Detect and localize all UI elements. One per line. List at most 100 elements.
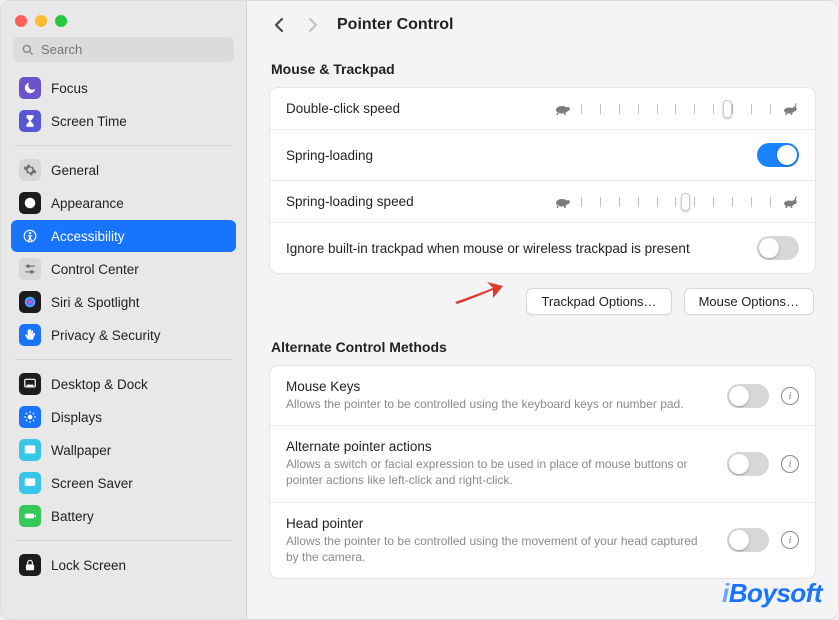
sidebar-item-appearance[interactable]: Appearance (11, 187, 236, 219)
page-title: Pointer Control (337, 16, 453, 34)
sidebar-item-desktop-dock[interactable]: Desktop & Dock (11, 368, 236, 400)
sidebar-item-label: Focus (51, 81, 88, 96)
gear-icon (19, 159, 41, 181)
sidebar-item-label: Privacy & Security (51, 328, 161, 343)
sidebar: Focus Screen Time General Appearance Accessi… (1, 1, 247, 619)
turtle-icon (553, 195, 571, 209)
battery-icon (19, 505, 41, 527)
sidebar-item-label: Siri & Spotlight (51, 295, 140, 310)
row-alternate-pointer-actions: Alternate pointer actions Allows a switc… (270, 426, 815, 502)
rabbit-icon (781, 102, 799, 116)
sidebar-item-label: Displays (51, 410, 102, 425)
label-spring-loading: Spring-loading (286, 148, 743, 163)
label-spring-loading-speed: Spring-loading speed (286, 194, 539, 209)
sidebar-item-accessibility[interactable]: Accessibility (11, 220, 236, 252)
chevron-right-icon (307, 17, 319, 33)
sidebar-item-focus[interactable]: Focus (11, 72, 236, 104)
fullscreen-button[interactable] (55, 15, 67, 27)
lock-icon (19, 554, 41, 576)
dock-icon (19, 373, 41, 395)
back-button[interactable] (269, 15, 289, 35)
mouse-trackpad-card: Double-click speed Spring-loading (269, 87, 816, 274)
search-input[interactable] (13, 37, 234, 62)
sidebar-item-control-center[interactable]: Control Center (11, 253, 236, 285)
label-ignore-trackpad: Ignore built-in trackpad when mouse or w… (286, 241, 706, 256)
head-pointer-toggle[interactable] (727, 528, 769, 552)
info-icon[interactable]: i (781, 455, 799, 473)
close-button[interactable] (15, 15, 27, 27)
hand-icon (19, 324, 41, 346)
desc-mouse-keys: Allows the pointer to be controlled usin… (286, 396, 713, 412)
trackpad-options-button[interactable]: Trackpad Options… (526, 288, 671, 315)
rabbit-icon (781, 195, 799, 209)
sidebar-item-privacy-security[interactable]: Privacy & Security (11, 319, 236, 351)
sidebar-item-label: Screen Time (51, 114, 127, 129)
sidebar-item-siri-spotlight[interactable]: Siri & Spotlight (11, 286, 236, 318)
forward-button[interactable] (303, 15, 323, 35)
label-alternate-pointer-actions: Alternate pointer actions (286, 439, 713, 454)
sidebar-item-screen-time[interactable]: Screen Time (11, 105, 236, 137)
slider-track[interactable] (581, 107, 771, 111)
row-head-pointer: Head pointer Allows the pointer to be co… (270, 503, 815, 578)
row-ignore-trackpad: Ignore built-in trackpad when mouse or w… (270, 223, 815, 273)
section-title-mouse-trackpad: Mouse & Trackpad (271, 61, 814, 77)
display-icon (19, 406, 41, 428)
row-spring-loading-speed: Spring-loading speed (270, 181, 815, 223)
sidebar-item-label: Battery (51, 509, 94, 524)
arrow-annotation (453, 272, 505, 308)
row-mouse-keys: Mouse Keys Allows the pointer to be cont… (270, 366, 815, 426)
label-mouse-keys: Mouse Keys (286, 379, 713, 394)
info-icon[interactable]: i (781, 531, 799, 549)
sidebar-item-lock-screen[interactable]: Lock Screen (11, 549, 236, 581)
row-spring-loading: Spring-loading (270, 130, 815, 181)
sidebar-item-label: Appearance (51, 196, 124, 211)
label-head-pointer: Head pointer (286, 516, 713, 531)
content: Mouse & Trackpad Double-click speed Spri… (247, 49, 838, 619)
turtle-icon (553, 102, 571, 116)
sidebar-item-label: Control Center (51, 262, 139, 277)
section-title-alternate-methods: Alternate Control Methods (271, 339, 814, 355)
slider-thumb[interactable] (681, 193, 690, 211)
row-double-click-speed: Double-click speed (270, 88, 815, 130)
sidebar-divider (15, 359, 232, 360)
sidebar-list: Focus Screen Time General Appearance Accessi… (1, 72, 246, 619)
mouse-keys-toggle[interactable] (727, 384, 769, 408)
alternate-pointer-toggle[interactable] (727, 452, 769, 476)
sliders-icon (19, 258, 41, 280)
sidebar-item-label: General (51, 163, 99, 178)
window-controls (1, 1, 246, 37)
label-double-click-speed: Double-click speed (286, 101, 539, 116)
accessibility-icon (19, 225, 41, 247)
sidebar-item-displays[interactable]: Displays (11, 401, 236, 433)
sidebar-divider (15, 540, 232, 541)
sidebar-divider (15, 145, 232, 146)
screensaver-icon (19, 472, 41, 494)
sidebar-item-wallpaper[interactable]: Wallpaper (11, 434, 236, 466)
slider-track[interactable] (581, 200, 771, 204)
sidebar-item-label: Lock Screen (51, 558, 126, 573)
search-icon (21, 43, 35, 57)
minimize-button[interactable] (35, 15, 47, 27)
moon-icon (19, 77, 41, 99)
spring-loading-toggle[interactable] (757, 143, 799, 167)
siri-icon (19, 291, 41, 313)
search-field[interactable] (41, 42, 226, 57)
desc-alternate-pointer-actions: Allows a switch or facial expression to … (286, 456, 713, 488)
header: Pointer Control (247, 1, 838, 49)
sidebar-item-general[interactable]: General (11, 154, 236, 186)
spring-loading-speed-slider[interactable] (553, 195, 799, 209)
sidebar-item-label: Wallpaper (51, 443, 111, 458)
ignore-trackpad-toggle[interactable] (757, 236, 799, 260)
desc-head-pointer: Allows the pointer to be controlled usin… (286, 533, 713, 565)
sidebar-item-screen-saver[interactable]: Screen Saver (11, 467, 236, 499)
slider-thumb[interactable] (723, 100, 732, 118)
sidebar-item-label: Accessibility (51, 229, 125, 244)
sidebar-item-battery[interactable]: Battery (11, 500, 236, 532)
options-button-row: Trackpad Options… Mouse Options… (269, 274, 816, 321)
double-click-speed-slider[interactable] (553, 102, 799, 116)
wallpaper-icon (19, 439, 41, 461)
sidebar-item-label: Screen Saver (51, 476, 133, 491)
chevron-left-icon (273, 17, 285, 33)
info-icon[interactable]: i (781, 387, 799, 405)
mouse-options-button[interactable]: Mouse Options… (684, 288, 814, 315)
